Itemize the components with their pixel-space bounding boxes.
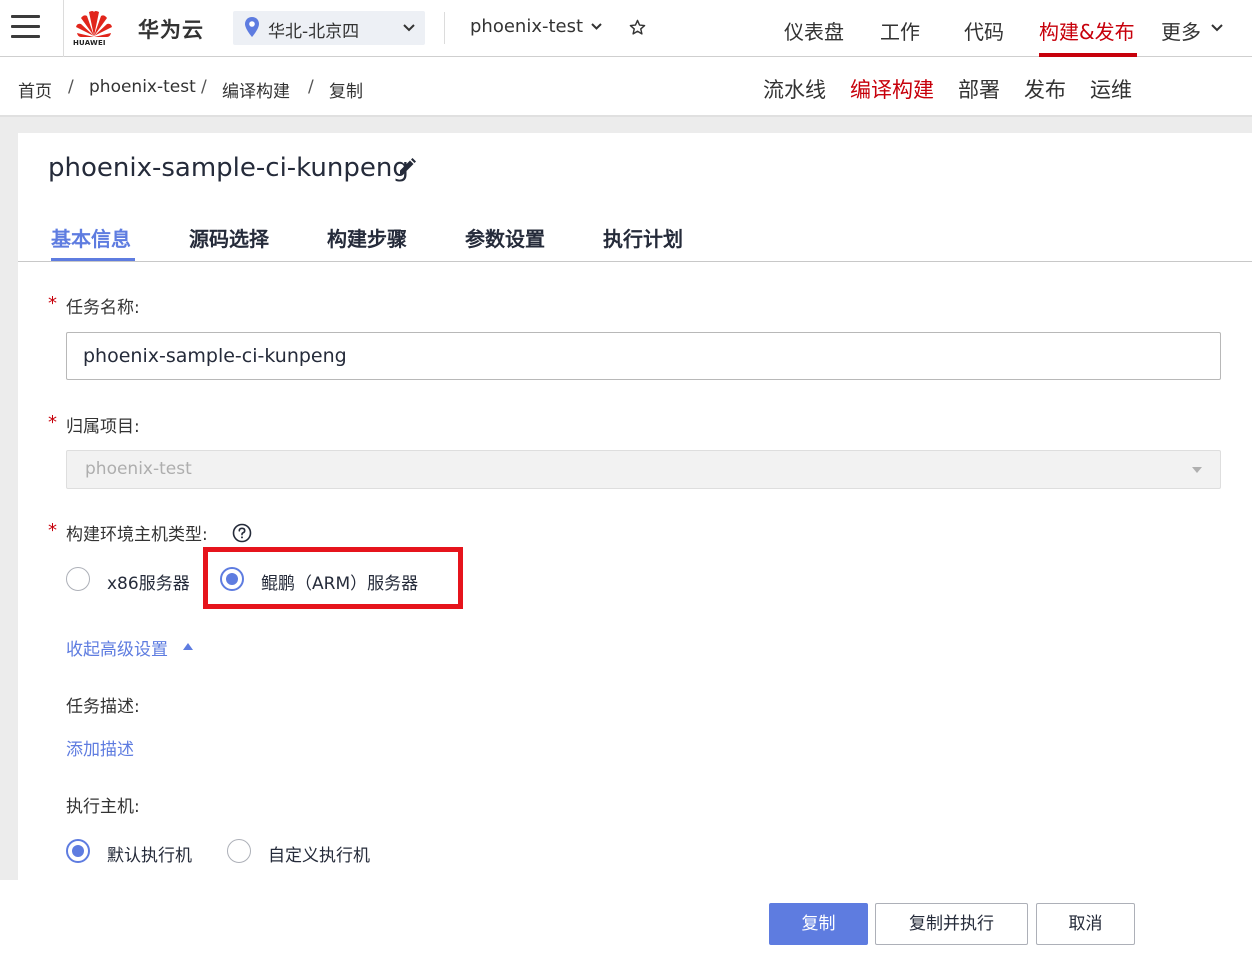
executor-default-radio[interactable]: [66, 839, 90, 863]
breadcrumb-separator: /: [68, 77, 74, 97]
form-panel: phoenix-sample-ci-kunpeng 基本信息 源码选择 构建步骤…: [18, 133, 1252, 880]
task-name-input[interactable]: [67, 333, 1220, 379]
top-navigation-bar: HUAWEI 华为云 华北-北京四 phoenix-test 仪表盘 工作 代码…: [0, 0, 1252, 57]
executor-label: 执行主机:: [66, 797, 140, 817]
breadcrumb-separator: /: [308, 77, 314, 97]
tab-divider: [18, 261, 1252, 262]
host-x86-radio[interactable]: [66, 567, 90, 591]
tab-build-steps[interactable]: 构建步骤: [327, 223, 407, 252]
collapse-advanced-link[interactable]: 收起高级设置: [66, 635, 168, 660]
breadcrumb-home[interactable]: 首页: [18, 77, 52, 102]
host-x86-label[interactable]: x86服务器: [107, 569, 190, 594]
divider: [63, 0, 64, 57]
project-selector[interactable]: phoenix-test: [470, 16, 583, 37]
action-footer: 复制 复制并执行 取消: [0, 880, 1252, 957]
breadcrumb-bar: 首页 / phoenix-test / 编译构建 / 复制 流水线 编译构建 部…: [0, 57, 1252, 117]
cancel-button[interactable]: 取消: [1036, 903, 1135, 945]
subnav-ops[interactable]: 运维: [1090, 74, 1132, 104]
project-select: phoenix-test: [66, 450, 1221, 489]
annotation-highlight-box: [203, 547, 463, 609]
subnav-pipeline[interactable]: 流水线: [763, 74, 826, 104]
tab-parameters[interactable]: 参数设置: [465, 223, 545, 252]
host-type-label: 构建环境主机类型:: [66, 525, 208, 545]
tab-schedule[interactable]: 执行计划: [603, 223, 683, 252]
location-pin-icon: [245, 17, 259, 37]
page-title: phoenix-sample-ci-kunpeng: [48, 153, 409, 183]
brand-name: 华为云: [138, 18, 204, 42]
add-description-link[interactable]: 添加描述: [66, 735, 134, 760]
breadcrumb-current: 复制: [329, 82, 363, 102]
description-label: 任务描述:: [66, 697, 140, 717]
project-select-value: phoenix-test: [85, 459, 192, 479]
nav-code[interactable]: 代码: [964, 16, 1004, 45]
task-name-label: 任务名称:: [66, 298, 140, 318]
subnav-release[interactable]: 发布: [1024, 74, 1066, 104]
help-question-icon[interactable]: [232, 523, 252, 543]
chevron-down-icon[interactable]: [1211, 24, 1223, 32]
tab-basic-info[interactable]: 基本信息: [51, 223, 131, 252]
breadcrumb-project[interactable]: phoenix-test: [89, 77, 196, 97]
chevron-down-icon: [403, 24, 415, 32]
executor-custom-label[interactable]: 自定义执行机: [268, 841, 370, 866]
project-label: 归属项目:: [66, 417, 140, 437]
required-mark: *: [48, 520, 57, 541]
copy-and-run-button[interactable]: 复制并执行: [875, 903, 1028, 945]
menu-icon[interactable]: [11, 15, 40, 40]
region-label: 华北-北京四: [268, 22, 360, 42]
divider: [444, 12, 445, 44]
favorite-star-icon[interactable]: [629, 19, 646, 36]
required-mark: *: [48, 412, 57, 433]
breadcrumb-build[interactable]: 编译构建: [222, 77, 290, 102]
nav-work[interactable]: 工作: [880, 16, 920, 45]
nav-build-release[interactable]: 构建&发布: [1039, 16, 1135, 45]
copy-button[interactable]: 复制: [769, 903, 868, 945]
subnav-deploy[interactable]: 部署: [958, 74, 1000, 104]
chevron-down-icon[interactable]: [591, 23, 602, 30]
breadcrumb-separator: /: [201, 77, 207, 97]
required-mark: *: [48, 293, 57, 314]
executor-custom-radio[interactable]: [227, 839, 251, 863]
dropdown-caret-icon: [1192, 467, 1202, 473]
subnav-build[interactable]: 编译构建: [850, 74, 934, 104]
nav-dashboard[interactable]: 仪表盘: [784, 16, 844, 45]
executor-default-label[interactable]: 默认执行机: [107, 841, 192, 866]
region-selector[interactable]: 华北-北京四: [233, 11, 425, 45]
edit-pencil-icon[interactable]: [397, 157, 417, 177]
logo-wordmark: HUAWEI: [73, 39, 106, 47]
nav-more[interactable]: 更多: [1161, 16, 1201, 45]
task-name-field[interactable]: [66, 332, 1221, 380]
caret-up-icon[interactable]: [183, 643, 193, 650]
tab-source[interactable]: 源码选择: [189, 223, 269, 252]
